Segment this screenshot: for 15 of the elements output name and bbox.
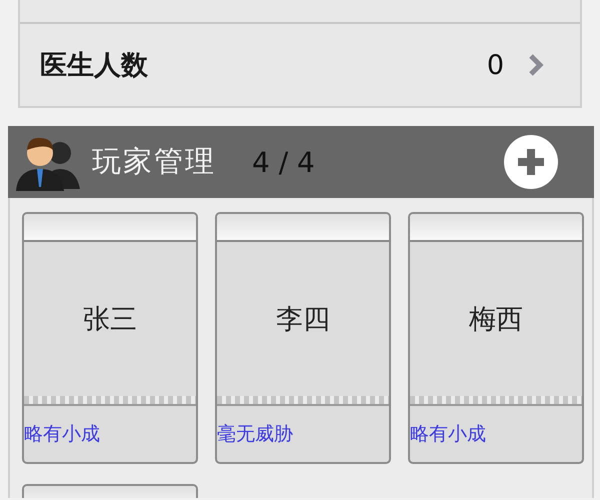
stat-label: 医生人数 [40, 49, 149, 83]
player-rank: 略有小成 [410, 422, 486, 447]
add-button[interactable] [504, 135, 558, 189]
chevron-icon [528, 53, 544, 77]
player-name: 张三 [83, 303, 137, 337]
player-name: 李四 [276, 303, 330, 337]
section-title: 玩家管理 [92, 143, 216, 180]
player-card[interactable]: 梅西 略有小成 [408, 212, 584, 464]
player-name: 梅西 [469, 303, 523, 337]
player-rank: 毫无威胁 [217, 422, 293, 447]
player-rank: 略有小成 [24, 422, 100, 447]
player-card[interactable]: 李四 毫无威胁 [215, 212, 391, 464]
stat-value: 0 [486, 50, 504, 80]
player-card[interactable]: 张三 略有小成 [22, 212, 198, 464]
player-count: 4 / 4 [252, 146, 316, 178]
